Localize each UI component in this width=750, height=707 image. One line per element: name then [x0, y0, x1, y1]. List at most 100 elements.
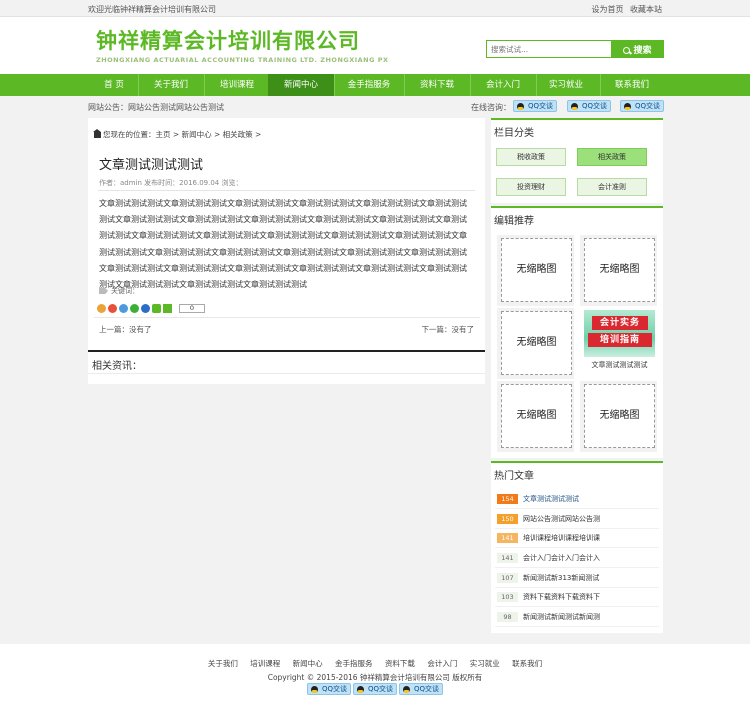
footer-link-contact[interactable]: 联系我们: [512, 659, 542, 668]
share-wechat-icon[interactable]: [130, 304, 139, 313]
list-item[interactable]: 141 培训课程培训课程培训课: [495, 529, 659, 548]
hot-rank: 103: [497, 592, 518, 602]
hot-link[interactable]: 文章测试测试测试: [523, 494, 657, 504]
qq-label: QQ交谈: [367, 685, 393, 693]
set-homepage-link[interactable]: 设为首页: [591, 5, 623, 14]
qq-chat-button[interactable]: QQ交谈: [567, 100, 611, 112]
header: 钟祥精算会计培训有限公司 ZHONGXIANG ACTUARIAL ACCOUN…: [0, 17, 750, 74]
hot-title: 热门文章: [494, 471, 534, 482]
category-panel: 栏目分类 税收政策 相关政策 投资理财 会计准则: [491, 118, 663, 203]
footer-link-downloads[interactable]: 资料下载: [385, 659, 415, 668]
search-button-label: 搜索: [633, 45, 652, 56]
hot-rank: 150: [497, 514, 518, 524]
next-article-link[interactable]: 下一篇：没有了: [422, 324, 475, 335]
share-clover-icon[interactable]: [152, 304, 161, 313]
breadcrumb-category[interactable]: 相关政策: [223, 130, 253, 139]
no-thumb-card[interactable]: 无缩略图: [584, 238, 655, 302]
hot-link[interactable]: 培训课程培训课程培训课: [523, 533, 657, 543]
list-item[interactable]: 141 会计入门会计入门会计入: [495, 549, 659, 568]
bookmark-link[interactable]: 收藏本站: [630, 5, 662, 14]
hot-link[interactable]: 资料下载资料下载资料下: [523, 592, 657, 602]
qq-chat-button[interactable]: QQ交谈: [620, 100, 664, 112]
share-qq-icon[interactable]: [119, 304, 128, 313]
qq-penguin-icon: [311, 686, 318, 693]
category-tax[interactable]: 税收政策: [496, 148, 566, 166]
list-item[interactable]: 103 资料下载资料下载资料下: [495, 588, 659, 607]
list-item[interactable]: 107 新闻测试新313新闻测试: [495, 569, 659, 588]
nav-item-downloads[interactable]: 资料下载: [404, 74, 470, 96]
article-meta: 作者：admin 发布时间：2016.09.04 浏览：: [99, 179, 243, 187]
nav-item-jobs[interactable]: 实习就业: [533, 74, 599, 96]
qq-label: QQ交谈: [321, 685, 347, 693]
list-item[interactable]: 98 新闻测试新闻测试新闻测: [495, 608, 659, 627]
nav-item-service[interactable]: 金手指服务: [336, 74, 402, 96]
qq-label: QQ交谈: [527, 102, 553, 110]
footer: 关于我们 培训课程 新闻中心 金手指服务 资料下载 会计入门 实习就业 联系我们…: [0, 644, 750, 707]
qq-chat-button[interactable]: QQ交谈: [513, 100, 557, 112]
footer-link-courses[interactable]: 培训课程: [250, 659, 280, 668]
hot-rank: 154: [497, 494, 518, 504]
nav-item-news[interactable]: 新闻中心: [268, 74, 334, 96]
prev-article-link[interactable]: 上一篇：没有了: [99, 324, 152, 335]
keywords-label: 关键词：: [111, 287, 139, 295]
breadcrumb-news[interactable]: 新闻中心: [182, 130, 212, 139]
no-thumb-card[interactable]: 无缩略图: [501, 311, 572, 375]
hot-link[interactable]: 网站公告测试网站公告测: [523, 514, 657, 524]
footer-link-jobs[interactable]: 实习就业: [470, 659, 500, 668]
category-standards[interactable]: 会计准则: [577, 178, 647, 196]
share-more-icon[interactable]: [163, 304, 172, 313]
training-guide-image[interactable]: 会计实务 培训指南: [584, 310, 655, 357]
nav-item-about[interactable]: 关于我们: [138, 74, 204, 96]
footer-link-about[interactable]: 关于我们: [208, 659, 238, 668]
category-policy[interactable]: 相关政策: [577, 148, 647, 166]
hot-link[interactable]: 新闻测试新313新闻测试: [523, 573, 657, 583]
qq-chat-button[interactable]: QQ交谈: [307, 683, 351, 695]
keywords: 关键词：: [99, 286, 139, 296]
no-thumb-card[interactable]: 无缩略图: [501, 238, 572, 302]
related-title: 相关资讯：: [92, 361, 142, 372]
ad-caption[interactable]: 文章测试测试测试: [584, 360, 655, 370]
list-item[interactable]: 154 文章测试测试测试: [495, 490, 659, 509]
ad-line-2: 培训指南: [588, 333, 652, 347]
recommend-title: 编辑推荐: [494, 216, 534, 227]
hot-rank: 107: [497, 573, 518, 583]
welcome-text: 欢迎光临钟祥精算会计培训有限公司: [88, 5, 216, 14]
no-thumb-card[interactable]: 无缩略图: [584, 384, 655, 448]
qq-penguin-icon: [624, 103, 631, 110]
footer-link-news[interactable]: 新闻中心: [293, 659, 323, 668]
footer-link-intro[interactable]: 会计入门: [427, 659, 457, 668]
breadcrumb-sep: >: [172, 130, 180, 139]
search-input[interactable]: [486, 40, 612, 58]
related-news-panel: 相关资讯：: [88, 350, 485, 384]
hot-link[interactable]: 会计入门会计入门会计入: [523, 553, 657, 563]
qq-label: QQ交谈: [634, 102, 660, 110]
breadcrumb-home[interactable]: 主页: [156, 130, 171, 139]
main-nav: 首 页 关于我们 培训课程 新闻中心 金手指服务 资料下载 会计入门 实习就业 …: [0, 74, 750, 96]
share-renren-icon[interactable]: [141, 304, 150, 313]
list-item[interactable]: 150 网站公告测试网站公告测: [495, 510, 659, 529]
nav-item-intro[interactable]: 会计入门: [470, 74, 536, 96]
hot-rank: 141: [497, 533, 518, 543]
hot-link[interactable]: 新闻测试新闻测试新闻测: [523, 612, 657, 622]
qq-penguin-icon: [403, 686, 410, 693]
no-thumb-card[interactable]: 无缩略图: [501, 384, 572, 448]
hot-rank: 98: [497, 612, 518, 622]
category-invest[interactable]: 投资理财: [496, 178, 566, 196]
site-logo[interactable]: 钟祥精算会计培训有限公司 ZHONGXIANG ACTUARIAL ACCOUN…: [96, 25, 389, 64]
nav-item-contact[interactable]: 联系我们: [599, 74, 665, 96]
share-count: 0: [179, 304, 205, 313]
search-icon: [623, 46, 631, 54]
qq-chat-button[interactable]: QQ交谈: [353, 683, 397, 695]
share-weibo-icon[interactable]: [108, 304, 117, 313]
footer-link-service[interactable]: 金手指服务: [335, 659, 373, 668]
nav-item-courses[interactable]: 培训课程: [204, 74, 270, 96]
category-title: 栏目分类: [494, 128, 534, 139]
notice-text: 网站公告：网站公告测试网站公告测试: [88, 103, 224, 112]
divider: [98, 190, 475, 191]
recommend-panel: 编辑推荐 无缩略图 无缩略图 无缩略图 会计实务 培训指南 文章测试测试测试 无…: [491, 206, 663, 458]
search-button[interactable]: 搜索: [611, 40, 664, 58]
qq-chat-button[interactable]: QQ交谈: [399, 683, 443, 695]
share-qzone-icon[interactable]: [97, 304, 106, 313]
ad-line-1: 会计实务: [592, 316, 648, 330]
notice-bar: 网站公告：网站公告测试网站公告测试 在线咨询： QQ交谈 QQ交谈 QQ交谈: [0, 96, 750, 118]
